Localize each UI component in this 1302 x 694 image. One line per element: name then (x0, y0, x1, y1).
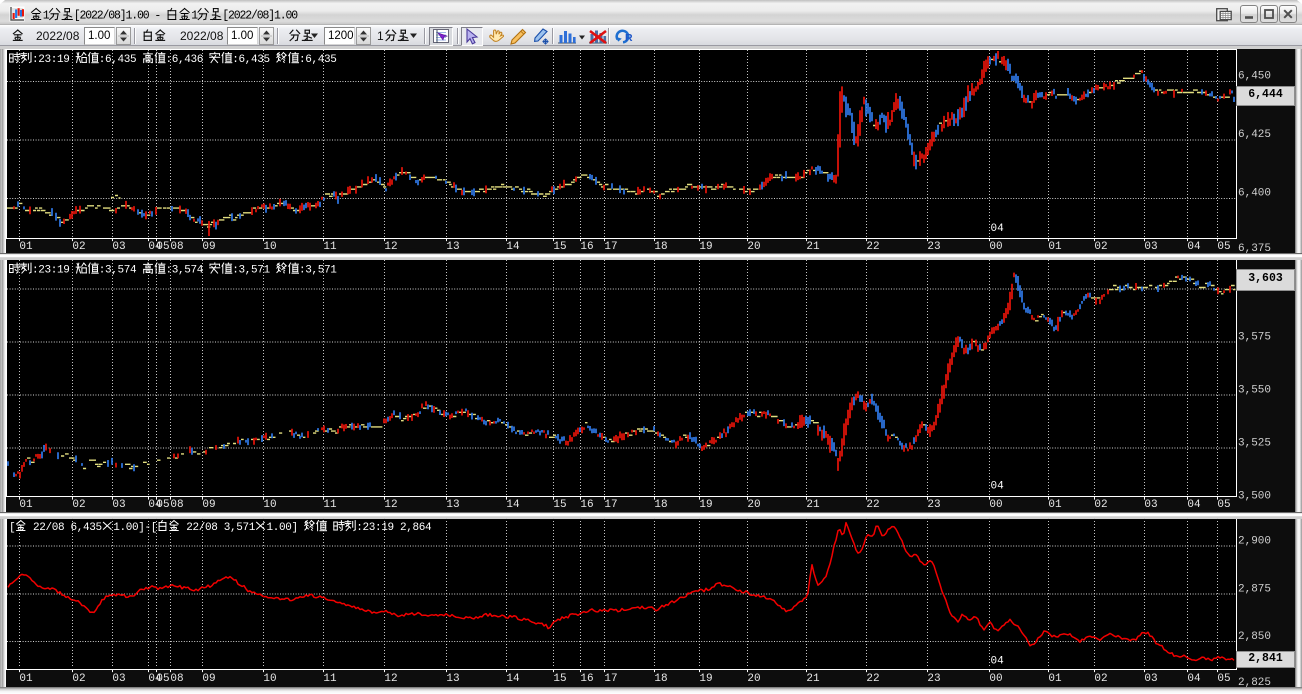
svg-text:22/08 6,435: 22/08 6,435 (27, 522, 102, 534)
svg-text:2,850: 2,850 (1238, 631, 1271, 643)
svg-text:02: 02 (1094, 673, 1107, 685)
svg-text:15: 15 (553, 673, 566, 685)
svg-text:2,875: 2,875 (1238, 584, 1271, 596)
svg-text:04: 04 (1187, 673, 1201, 685)
svg-text:05: 05 (156, 673, 169, 685)
svg-text:21: 21 (806, 673, 820, 685)
svg-text:1.00]-[: 1.00]-[ (113, 522, 157, 534)
svg-text:19: 19 (699, 673, 712, 685)
svg-text:1.00]: 1.00] (267, 522, 305, 534)
svg-text:18: 18 (654, 673, 667, 685)
svg-text:03: 03 (1144, 673, 1157, 685)
svg-text:03: 03 (112, 673, 125, 685)
svg-text:22: 22 (866, 673, 879, 685)
svg-text:17: 17 (604, 673, 617, 685)
svg-text::23:19 2,864: :23:19 2,864 (356, 522, 432, 534)
svg-text:09: 09 (202, 673, 215, 685)
svg-text:22/08 3,571: 22/08 3,571 (180, 522, 256, 534)
svg-text:00: 00 (989, 673, 1002, 685)
svg-text:05: 05 (1217, 673, 1230, 685)
svg-text:01: 01 (1048, 673, 1062, 685)
svg-text:[: [ (9, 522, 15, 534)
svg-text:14: 14 (506, 673, 520, 685)
svg-text:10: 10 (263, 673, 276, 685)
svg-text:20: 20 (747, 673, 760, 685)
svg-text:04: 04 (991, 656, 1005, 668)
svg-text:23: 23 (927, 673, 940, 685)
svg-text:2,825: 2,825 (1238, 677, 1271, 689)
svg-text:2,900: 2,900 (1238, 536, 1271, 548)
svg-text:11: 11 (323, 673, 337, 685)
svg-text:13: 13 (446, 673, 459, 685)
svg-text:08: 08 (170, 673, 183, 685)
svg-text:02: 02 (72, 673, 85, 685)
svg-text:12: 12 (384, 673, 397, 685)
svg-text:16: 16 (580, 673, 593, 685)
svg-text:01: 01 (19, 673, 33, 685)
